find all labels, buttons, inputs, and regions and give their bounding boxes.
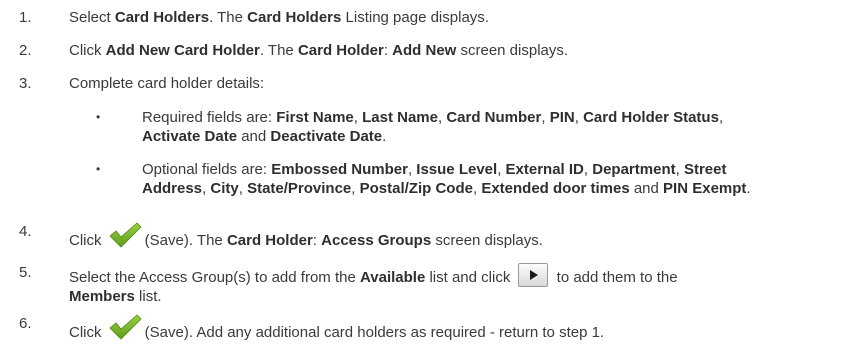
bullet: • bbox=[96, 162, 101, 176]
ui-term: Card Holders bbox=[114, 9, 210, 26]
step-text: Click (Save). The Card Holder: Access Gr… bbox=[69, 222, 543, 253]
ui-term: Add New bbox=[392, 42, 457, 59]
step-number: 6. bbox=[19, 315, 32, 332]
ui-term: Card Holder bbox=[297, 42, 384, 59]
bullet-text: Required fields are: First Name, Last Na… bbox=[142, 109, 724, 145]
step-text: Click Add New Card Holder. The Card Hold… bbox=[69, 42, 569, 59]
play-arrow-icon[interactable] bbox=[517, 263, 548, 287]
ui-term: Card Holder bbox=[226, 232, 313, 249]
ui-term: Access Groups bbox=[321, 232, 432, 249]
step-text: Select the Access Group(s) to add from t… bbox=[69, 263, 678, 306]
step-text: Select Card Holders. The Card Holders Li… bbox=[69, 9, 489, 26]
step-number: 1. bbox=[19, 9, 32, 26]
ui-term: Members bbox=[69, 288, 135, 305]
checkmark-save-icon[interactable] bbox=[108, 314, 142, 345]
step-number: 3. bbox=[19, 75, 32, 92]
ui-term: Card Holders bbox=[247, 9, 342, 26]
checkmark-save-icon[interactable] bbox=[108, 222, 142, 253]
bullet: • bbox=[96, 110, 101, 124]
step-text: Complete card holder details: bbox=[69, 75, 265, 92]
step-number: 5. bbox=[19, 264, 32, 281]
step-number: 4. bbox=[19, 223, 32, 240]
ui-term: Add New Card Holder bbox=[105, 42, 260, 59]
bullet-text: Optional fields are: Embossed Number, Is… bbox=[142, 161, 751, 197]
ui-term: Available bbox=[359, 269, 426, 286]
step-number: 2. bbox=[19, 42, 32, 59]
step-text: Click (Save). Add any additional card ho… bbox=[69, 314, 604, 345]
